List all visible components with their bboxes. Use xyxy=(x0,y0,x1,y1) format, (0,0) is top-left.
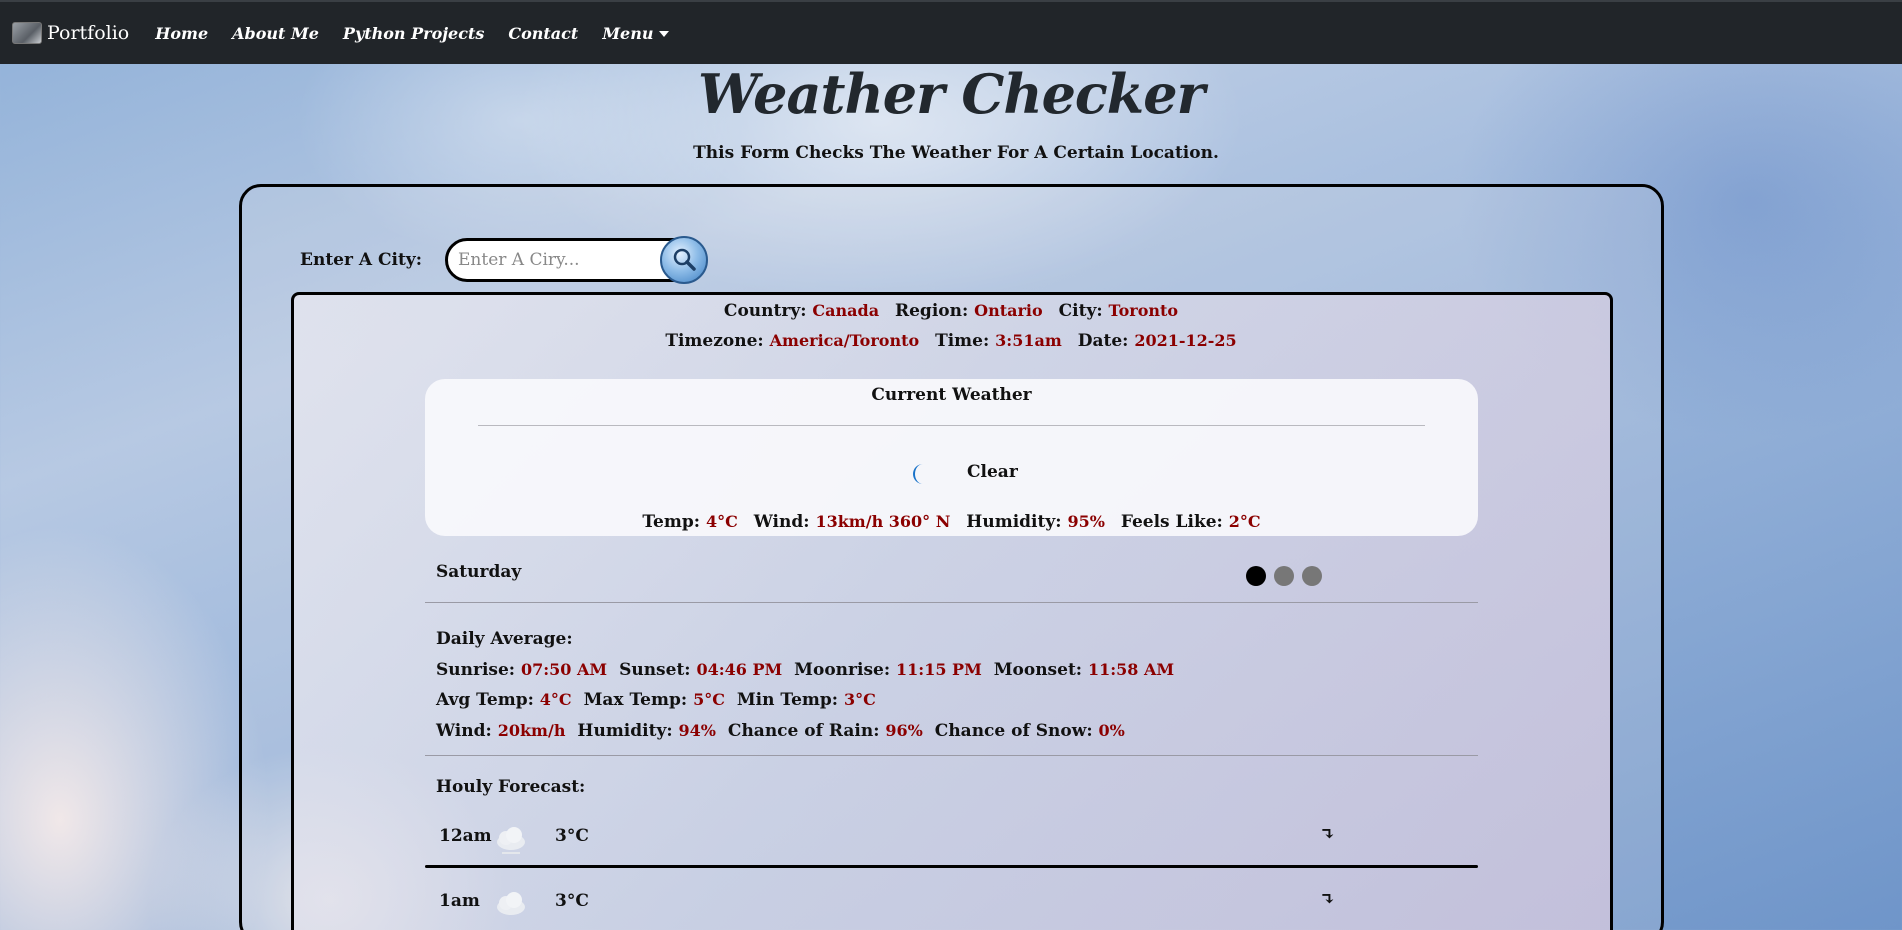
time-value: 3:51am xyxy=(995,331,1062,350)
sunset-label: Sunset: xyxy=(619,659,691,680)
time-label: Time: xyxy=(935,331,990,351)
date-label: Date: xyxy=(1077,331,1129,351)
timezone-value: America/Toronto xyxy=(769,331,920,350)
country-value: Canada xyxy=(812,301,880,320)
wind-label: Wind: xyxy=(753,512,810,532)
hour-time: 1am xyxy=(439,891,480,911)
time-row: Timezone: America/Toronto Time: 3:51am D… xyxy=(0,331,1902,351)
magnifier-icon xyxy=(673,248,696,271)
hourly-forecast-title: Houly Forecast: xyxy=(436,777,586,797)
temperature-row: Avg Temp: 4°C Max Temp: 5°C Min Temp: 3°… xyxy=(436,685,1174,716)
forecast-divider-2 xyxy=(425,755,1478,756)
carousel-indicators xyxy=(1246,566,1322,586)
cloud-icon xyxy=(497,827,525,854)
city-input-label: Enter A City: xyxy=(300,250,422,270)
moonset-value: 11:58 AM xyxy=(1088,659,1175,679)
timezone-label: Timezone: xyxy=(665,331,764,351)
nav-links: Home About Me Python Projects Contact Me… xyxy=(155,23,670,43)
menu-label: Menu xyxy=(602,23,654,43)
daily-humidity-label: Humidity: xyxy=(577,720,673,741)
brand-logo-icon xyxy=(12,22,42,44)
humidity-value: 95% xyxy=(1067,512,1105,531)
city-value: Toronto xyxy=(1108,301,1179,320)
forecast-day-name: Saturday xyxy=(436,562,522,582)
sun-moon-row: Sunrise: 07:50 AM Sunset: 04:46 PM Moonr… xyxy=(436,655,1174,686)
feels-like-label: Feels Like: xyxy=(1120,512,1223,532)
sunrise-value: 07:50 AM xyxy=(521,659,608,679)
daily-wind-value: 20km/h xyxy=(497,720,566,740)
carousel-dot-3[interactable] xyxy=(1302,566,1322,586)
avg-temp-label: Avg Temp: xyxy=(436,690,534,710)
hour-temp: 3°C xyxy=(555,826,589,846)
current-weather-title: Current Weather xyxy=(871,385,1032,405)
forecast-divider-1 xyxy=(425,602,1478,603)
hourly-row[interactable]: 1am 3°C ↴ xyxy=(425,889,1478,930)
current-stats: Temp: 4°C Wind: 13km/h 360° N Humidity: … xyxy=(425,512,1478,532)
snow-chance-value: 0% xyxy=(1098,720,1125,740)
navbar: Portfolio Home About Me Python Projects … xyxy=(0,0,1902,64)
avg-temp-value: 4°C xyxy=(539,690,572,709)
moonset-label: Moonset: xyxy=(993,659,1083,680)
brand-label: Portfolio xyxy=(47,22,130,44)
rain-chance-value: 96% xyxy=(885,720,923,740)
current-weather-divider xyxy=(478,425,1425,426)
rain-chance-label: Chance of Rain: xyxy=(727,720,880,741)
moonrise-label: Moonrise: xyxy=(794,659,891,680)
snow-chance-label: Chance of Snow: xyxy=(934,720,1093,741)
expand-arrow-icon[interactable]: ↴ xyxy=(1320,889,1335,910)
conditions-row: Wind: 20km/h Humidity: 94% Chance of Rai… xyxy=(436,716,1174,747)
date-value: 2021-12-25 xyxy=(1134,331,1237,350)
location-row: Country: Canada Region: Ontario City: To… xyxy=(0,301,1902,321)
hourly-row[interactable]: 12am 3°C ↴ xyxy=(425,824,1478,878)
nav-link-contact[interactable]: Contact xyxy=(508,24,578,43)
expand-arrow-icon[interactable]: ↴ xyxy=(1320,824,1335,845)
hour-temp: 3°C xyxy=(555,891,589,911)
sunset-value: 04:46 PM xyxy=(696,659,783,679)
humidity-label: Humidity: xyxy=(966,512,1062,532)
navbar-brand[interactable]: Portfolio xyxy=(12,22,129,44)
search-button[interactable] xyxy=(660,236,708,284)
caret-down-icon xyxy=(659,31,670,37)
temp-value: 4°C xyxy=(705,512,738,531)
moon-icon xyxy=(913,464,923,484)
daily-humidity-value: 94% xyxy=(678,720,716,740)
condition-text: Clear xyxy=(967,462,1018,482)
country-label: Country: xyxy=(723,301,807,321)
sunrise-label: Sunrise: xyxy=(436,659,516,680)
page-title: Weather Checker xyxy=(697,62,1205,126)
daily-average-title: Daily Average: xyxy=(436,629,573,649)
carousel-dot-1[interactable] xyxy=(1246,566,1266,586)
cloud-icon xyxy=(497,892,525,915)
moonrise-value: 11:15 PM xyxy=(896,659,982,679)
hour-time: 12am xyxy=(439,826,492,846)
nav-link-home[interactable]: Home xyxy=(155,24,208,43)
max-temp-label: Max Temp: xyxy=(583,690,688,710)
nav-link-about-me[interactable]: About Me xyxy=(232,24,319,43)
wind-value: 13km/h 360° N xyxy=(815,512,951,531)
city-label: City: xyxy=(1058,301,1103,321)
nav-menu-dropdown[interactable]: Menu xyxy=(602,23,670,43)
daily-wind-label: Wind: xyxy=(436,720,492,741)
hourly-row-separator xyxy=(425,865,1478,868)
feels-like-value: 2°C xyxy=(1228,512,1261,531)
carousel-dot-2[interactable] xyxy=(1274,566,1294,586)
page-subtitle: This Form Checks The Weather For A Certa… xyxy=(693,143,1219,163)
city-search-input[interactable] xyxy=(448,250,648,270)
nav-link-python-projects[interactable]: Python Projects xyxy=(343,24,484,43)
temp-label: Temp: xyxy=(642,512,701,532)
min-temp-label: Min Temp: xyxy=(736,690,839,710)
max-temp-value: 5°C xyxy=(693,690,725,709)
region-value: Ontario xyxy=(974,301,1043,320)
daily-average-block: Daily Average: Sunrise: 07:50 AM Sunset:… xyxy=(436,624,1174,746)
region-label: Region: xyxy=(894,301,969,321)
min-temp-value: 3°C xyxy=(844,690,876,709)
